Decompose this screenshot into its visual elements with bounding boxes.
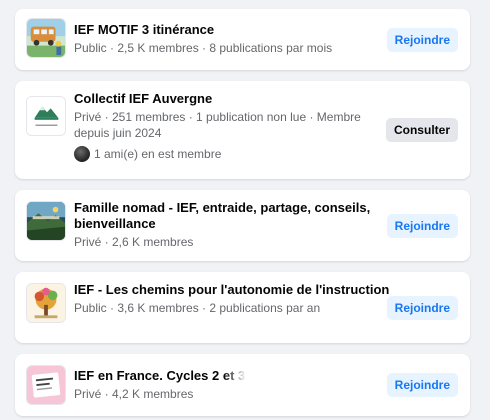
group-thumbnail[interactable] [26,283,66,323]
join-button[interactable]: Rejoindre [386,28,458,52]
group-name[interactable]: IEF en France. Cycles 2 et 3 [74,368,392,384]
nomad-family-image [27,202,65,240]
group-meta: Public · 2,5 K membres · 8 publications … [74,41,333,55]
group-thumbnail[interactable] [26,201,66,241]
group-meta: Public · 3,6 K membres · 2 publications … [74,301,321,315]
group-name[interactable]: IEF MOTIF 3 itinérance [74,22,392,38]
tree-illustration-image [27,284,65,322]
group-meta: Privé · 251 membres · 1 publication non … [74,110,361,140]
group-meta: Privé · 4,2 K membres [74,387,194,401]
friend-avatar[interactable] [74,146,90,162]
group-thumbnail[interactable] [26,96,66,136]
mutual-friends-text: 1 ami(e) en est membre [94,147,222,161]
group-card[interactable]: Famille nomad - IEF, entraide, partage, … [15,190,470,261]
group-card[interactable]: Collectif IEF Auvergne Privé · 251 membr… [15,81,470,179]
bus-travel-image [27,19,65,57]
group-meta: Privé · 2,6 K membres [74,235,194,249]
group-card[interactable]: IEF MOTIF 3 itinérance Public · 2,5 K me… [15,9,470,70]
group-name[interactable]: Famille nomad - IEF, entraide, partage, … [74,200,392,232]
join-button[interactable]: Rejoindre [386,373,458,397]
mutual-friends: 1 ami(e) en est membre [74,146,392,162]
group-thumbnail[interactable] [26,365,66,405]
join-button[interactable]: Rejoindre [386,214,458,238]
mountain-logo-image [27,97,65,135]
view-group-button[interactable]: Consulter [385,118,458,142]
group-suggestions-list: IEF MOTIF 3 itinérance Public · 2,5 K me… [0,0,490,420]
notebook-image [27,366,65,404]
group-name[interactable]: IEF - Les chemins pour l'autonomie de l'… [74,282,392,298]
group-card[interactable]: IEF en France. Cycles 2 et 3 Privé · 4,2… [15,354,470,416]
group-card[interactable]: IEF - Les chemins pour l'autonomie de l'… [15,272,470,343]
join-button[interactable]: Rejoindre [386,296,458,320]
group-thumbnail[interactable] [26,18,66,58]
group-name[interactable]: Collectif IEF Auvergne [74,91,392,107]
